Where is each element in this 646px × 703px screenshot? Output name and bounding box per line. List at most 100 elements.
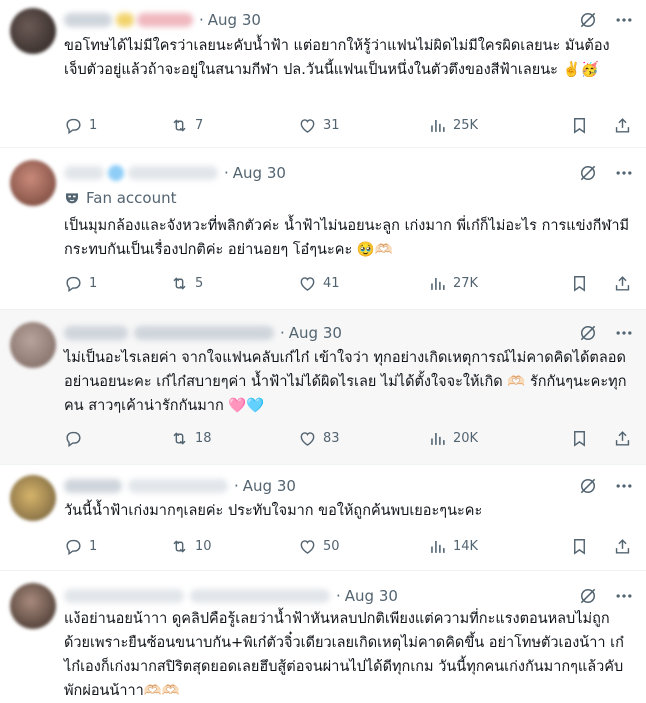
more-dots-icon[interactable] [614,10,634,30]
author-handle-blurred [190,589,330,603]
share-upload-icon[interactable] [613,429,632,448]
reply-bubble-icon [64,274,83,293]
fan-account-text: Fan account [86,189,177,207]
reply-post[interactable]: · Aug 30 ไม่เป็นอะไรเลยค่า จากใจแฟนคลับเ… [0,310,646,465]
repost-button[interactable]: 18 [170,429,298,448]
like-count: 31 [323,117,340,133]
verified-badge-blurred [108,165,124,181]
fan-mask-icon [64,190,80,206]
more-dots-icon[interactable] [614,476,634,496]
author-handle-blurred [116,13,134,27]
separator-dot: · [199,11,204,29]
heart-icon [298,429,317,448]
separator-dot: · [224,164,229,182]
reply-post[interactable]: · Aug 30 Fan account เป็นมุมกล้องและจังห… [0,148,646,310]
reply-button[interactable] [64,429,170,448]
views-bars-icon [428,429,447,448]
like-count: 50 [323,538,340,554]
bookmark-icon[interactable] [570,116,589,135]
heart-icon [298,116,317,135]
post-text: ไม่เป็นอะไรเลยค่า จากใจแฟนคลับเก๋ไก๋ เข้… [64,350,631,414]
reply-post[interactable]: · Aug 30 ขอโทษได้ไม่มีใครว่าเลยนะคับน้ำฟ… [0,0,646,148]
more-dots-icon[interactable] [614,586,634,606]
repost-icon [170,537,189,556]
post-date[interactable]: Aug 30 [233,164,286,182]
reply-bubble-icon [64,116,83,135]
grok-slash-icon[interactable] [578,323,598,343]
repost-count: 10 [195,538,212,554]
reply-button[interactable]: 1 [64,537,170,556]
views-bars-icon [428,116,447,135]
views-button[interactable]: 25K [428,116,558,135]
avatar[interactable] [10,322,56,368]
avatar[interactable] [10,475,56,521]
author-name-blurred[interactable] [64,13,112,27]
author-handle-blurred [137,13,193,27]
grok-slash-icon[interactable] [578,586,598,606]
author-name-blurred[interactable] [64,326,128,340]
repost-icon [170,116,189,135]
heart-icon [298,537,317,556]
author-name-blurred[interactable] [64,479,122,493]
views-bars-icon [428,537,447,556]
avatar[interactable] [10,160,56,206]
like-button[interactable]: 41 [298,274,428,293]
more-dots-icon[interactable] [614,323,634,343]
grok-slash-icon[interactable] [578,163,598,183]
share-upload-icon[interactable] [613,537,632,556]
views-count: 14K [453,538,479,554]
bookmark-icon[interactable] [570,537,589,556]
author-handle-blurred [128,166,218,180]
post-date[interactable]: Aug 30 [208,11,261,29]
author-name-blurred[interactable] [64,166,104,180]
views-count: 20K [453,430,479,446]
reply-bubble-icon [64,429,83,448]
like-count: 83 [323,430,340,446]
post-text: วันนี้น้ำฟ้าเก่งมากๆเลยค่ะ ประทับใจมาก ข… [64,503,483,519]
fan-account-label: Fan account [64,189,176,207]
post-date[interactable]: Aug 30 [243,477,296,495]
author-name-blurred[interactable] [64,589,184,603]
grok-slash-icon[interactable] [578,10,598,30]
reply-post[interactable]: · Aug 30 แง้อย่านอยน้าาา ดูคลิปคือรู้เลย… [0,571,646,703]
repost-button[interactable]: 10 [170,537,298,556]
share-upload-icon[interactable] [613,274,632,293]
post-text: แง้อย่านอยน้าาา ดูคลิปคือรู้เลยว่าน้ำฟ้า… [64,611,624,699]
views-count: 27K [453,275,479,291]
post-text: เป็นมุมกล้องและจังหวะที่พลิกตัวค่ะ น้ำฟ้… [64,218,630,258]
repost-icon [170,429,189,448]
reply-bubble-icon [64,537,83,556]
repost-count: 5 [195,275,204,291]
share-upload-icon[interactable] [613,116,632,135]
separator-dot: · [234,477,239,495]
reply-button[interactable]: 1 [64,116,170,135]
bookmark-icon[interactable] [570,429,589,448]
author-handle-blurred [128,479,228,493]
separator-dot: · [280,324,285,342]
post-date[interactable]: Aug 30 [345,587,398,605]
reply-button[interactable]: 1 [64,274,170,293]
avatar[interactable] [10,8,56,54]
repost-count: 7 [195,117,204,133]
separator-dot: · [336,587,341,605]
reply-post[interactable]: · Aug 30 วันนี้น้ำฟ้าเก่งมากๆเลยค่ะ ประท… [0,465,646,571]
views-button[interactable]: 20K [428,429,558,448]
views-count: 25K [453,117,479,133]
reply-count: 1 [89,117,98,133]
grok-slash-icon[interactable] [578,476,598,496]
repost-icon [170,274,189,293]
bookmark-icon[interactable] [570,274,589,293]
more-dots-icon[interactable] [614,163,634,183]
views-button[interactable]: 27K [428,274,558,293]
like-button[interactable]: 50 [298,537,428,556]
post-date[interactable]: Aug 30 [289,324,342,342]
like-button[interactable]: 83 [298,429,428,448]
avatar[interactable] [10,583,56,629]
views-button[interactable]: 14K [428,537,558,556]
post-text: ขอโทษได้ไม่มีใครว่าเลยนะคับน้ำฟ้า แต่อยา… [64,38,610,78]
repost-button[interactable]: 7 [170,116,298,135]
like-count: 41 [323,275,340,291]
repost-button[interactable]: 5 [170,274,298,293]
like-button[interactable]: 31 [298,116,428,135]
reply-count: 1 [89,275,98,291]
